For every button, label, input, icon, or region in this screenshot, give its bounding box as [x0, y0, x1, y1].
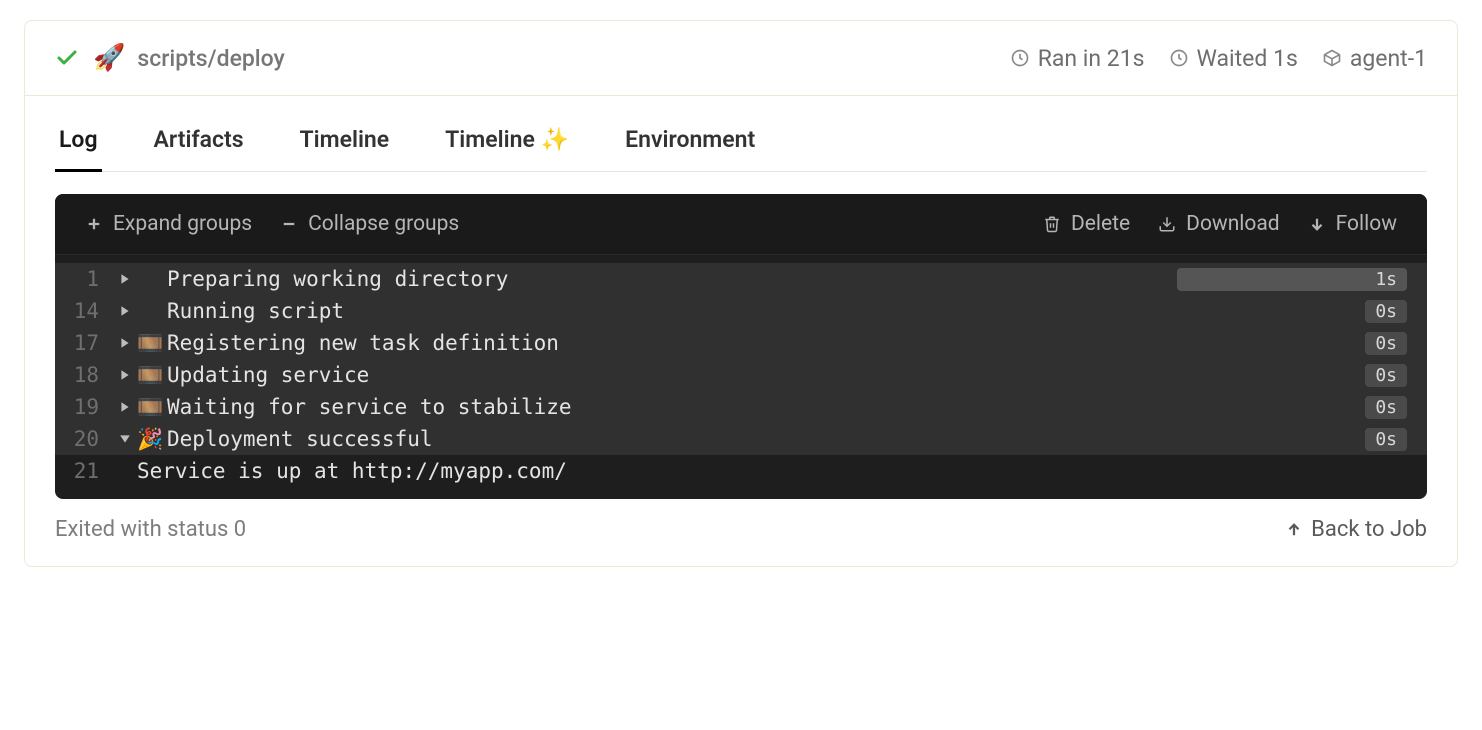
meta-waited-text: Waited 1s: [1197, 45, 1298, 72]
expand-groups-button[interactable]: Expand groups: [85, 212, 252, 236]
line-number: 17: [55, 331, 113, 355]
passed-check-icon: [55, 46, 79, 70]
line-text: Running script: [167, 299, 1353, 323]
download-label: Download: [1186, 212, 1280, 236]
tab-artifacts[interactable]: Artifacts: [150, 116, 248, 172]
line-text: Waiting for service to stabilize: [167, 395, 1353, 419]
tab-bar: Log Artifacts Timeline Timeline ✨ Enviro…: [55, 96, 1427, 172]
meta-agent: agent-1: [1322, 45, 1427, 72]
log-toolbar: Expand groups Collapse groups Delete Dow…: [55, 194, 1427, 255]
tab-log[interactable]: Log: [55, 116, 102, 172]
line-text: Updating service: [167, 363, 1353, 387]
log-group-row[interactable]: 18 🎞️Updating service 0s: [55, 359, 1427, 391]
collapse-groups-button[interactable]: Collapse groups: [280, 212, 459, 236]
tab-timeline[interactable]: Timeline: [296, 116, 394, 172]
line-number: 18: [55, 363, 113, 387]
caret-right-icon[interactable]: [113, 305, 137, 317]
job-title: scripts/deploy: [137, 45, 284, 72]
log-group-row[interactable]: 17 🎞️Registering new task definition 0s: [55, 327, 1427, 359]
box-icon: [1322, 48, 1342, 68]
arrow-up-icon: [1285, 521, 1303, 539]
follow-label: Follow: [1336, 212, 1397, 236]
delete-label: Delete: [1071, 212, 1130, 236]
log-box: Expand groups Collapse groups Delete Dow…: [55, 194, 1427, 499]
line-text: Registering new task definition: [167, 331, 1353, 355]
minus-icon: [280, 215, 298, 233]
line-text: Service is up at http://myapp.com/: [137, 459, 1407, 483]
log-lines[interactable]: 1 Preparing working directory 1s 14 Running …: [55, 255, 1427, 499]
line-duration: 0s: [1365, 364, 1407, 387]
line-emoji: 🎞️: [137, 395, 167, 420]
line-number: 14: [55, 299, 113, 323]
log-line: 21 Service is up at http://myapp.com/: [55, 455, 1427, 487]
caret-down-icon[interactable]: [113, 433, 137, 445]
line-duration: 0s: [1365, 396, 1407, 419]
caret-right-icon[interactable]: [113, 369, 137, 381]
log-group-row[interactable]: 20 🎉Deployment successful 0s: [55, 423, 1427, 455]
line-number: 21: [55, 459, 113, 483]
back-to-job-link[interactable]: Back to Job: [1285, 517, 1427, 542]
job-body: Log Artifacts Timeline Timeline ✨ Enviro…: [25, 96, 1457, 566]
job-header: 🚀 scripts/deploy Ran in 21s Waited 1s ag…: [25, 21, 1457, 96]
caret-right-icon[interactable]: [113, 273, 137, 285]
arrow-down-icon: [1308, 215, 1326, 233]
clock-icon: [1169, 48, 1189, 68]
download-icon: [1158, 215, 1176, 233]
tab-timeline-sparkle[interactable]: Timeline ✨: [441, 116, 573, 172]
download-button[interactable]: Download: [1158, 212, 1280, 236]
tab-environment[interactable]: Environment: [621, 116, 759, 172]
collapse-groups-label: Collapse groups: [308, 212, 459, 236]
log-group-row[interactable]: 19 🎞️Waiting for service to stabilize 0s: [55, 391, 1427, 423]
job-panel: 🚀 scripts/deploy Ran in 21s Waited 1s ag…: [24, 20, 1458, 567]
back-to-job-label: Back to Job: [1311, 517, 1427, 542]
delete-button[interactable]: Delete: [1043, 212, 1130, 236]
line-duration: 0s: [1365, 300, 1407, 323]
log-group-row[interactable]: 1 Preparing working directory 1s: [55, 263, 1427, 295]
clock-icon: [1010, 48, 1030, 68]
trash-icon: [1043, 215, 1061, 233]
line-duration: 0s: [1365, 332, 1407, 355]
meta-ran-in: Ran in 21s: [1010, 45, 1145, 72]
line-number: 1: [55, 267, 113, 291]
exit-status: Exited with status 0: [55, 517, 246, 542]
meta-waited: Waited 1s: [1169, 45, 1298, 72]
line-emoji: 🎞️: [137, 331, 167, 356]
caret-right-icon[interactable]: [113, 401, 137, 413]
plus-icon: [85, 215, 103, 233]
line-number: 19: [55, 395, 113, 419]
job-emoji: 🚀: [93, 43, 125, 73]
follow-button[interactable]: Follow: [1308, 212, 1397, 236]
line-number: 20: [55, 427, 113, 451]
line-duration: 0s: [1365, 428, 1407, 451]
line-duration: 1s: [1177, 268, 1407, 291]
caret-right-icon[interactable]: [113, 337, 137, 349]
expand-groups-label: Expand groups: [113, 212, 252, 236]
line-emoji: 🎉: [137, 427, 167, 452]
line-emoji: 🎞️: [137, 363, 167, 388]
line-text: Deployment successful: [167, 427, 1353, 451]
log-group-row[interactable]: 14 Running script 0s: [55, 295, 1427, 327]
meta-agent-text: agent-1: [1350, 45, 1427, 72]
job-footer: Exited with status 0 Back to Job: [55, 499, 1427, 546]
line-text: Preparing working directory: [167, 267, 1165, 291]
meta-ran-in-text: Ran in 21s: [1038, 45, 1145, 72]
